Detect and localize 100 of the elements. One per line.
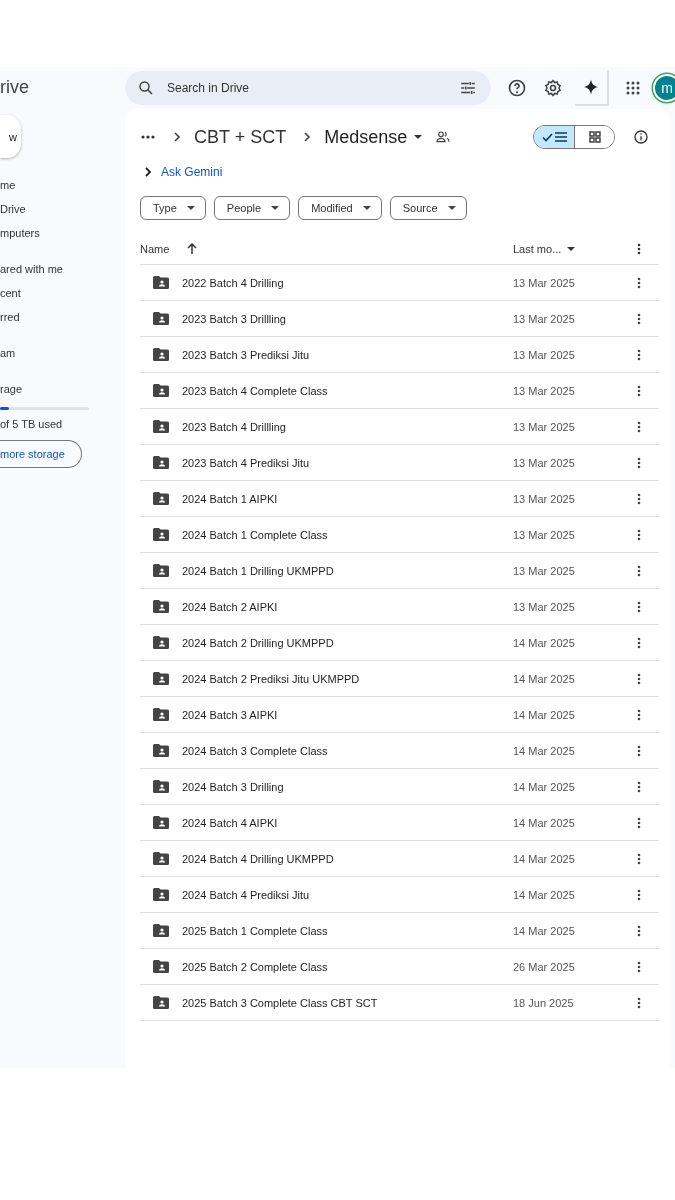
shared-folder-icon <box>153 492 169 505</box>
more-vertical-icon[interactable] <box>637 780 641 793</box>
more-vertical-icon[interactable] <box>637 924 641 937</box>
modified-date: 13 Mar 2025 <box>513 528 576 541</box>
apps-grid-icon[interactable] <box>625 79 641 96</box>
grid-view-button[interactable] <box>574 126 614 148</box>
more-vertical-icon[interactable] <box>637 744 641 757</box>
folder-name[interactable]: 2024 Batch 2 AIPKI <box>182 600 513 613</box>
breadcrumb-link[interactable]: CBT + SCT <box>194 126 287 148</box>
modified-date: 18 Jun 2025 <box>513 996 575 1009</box>
sidebar-item[interactable]: rred <box>0 305 125 329</box>
name-column-header[interactable]: Name <box>140 243 170 255</box>
sidebar-item[interactable]: me <box>0 173 125 197</box>
folder-name[interactable]: 2024 Batch 3 AIPKI <box>182 708 513 721</box>
more-vertical-icon[interactable] <box>637 672 641 685</box>
more-vertical-icon[interactable] <box>637 600 641 613</box>
folder-name[interactable]: 2025 Batch 2 Complete Class <box>182 960 513 973</box>
folder-name[interactable]: 2025 Batch 3 Complete Class CBT SCT <box>182 996 513 1009</box>
more-vertical-icon[interactable] <box>637 564 641 577</box>
folder-name[interactable]: 2024 Batch 3 Drilling <box>182 780 513 793</box>
date-column-header[interactable]: Last mo... <box>513 243 562 255</box>
more-vertical-icon[interactable] <box>637 816 641 829</box>
shared-folder-icon <box>153 636 169 649</box>
modified-date: 13 Mar 2025 <box>513 348 576 361</box>
folder-name[interactable]: 2025 Batch 1 Complete Class <box>182 924 513 937</box>
folder-name[interactable]: 2022 Batch 4 Drilling <box>182 276 513 289</box>
caret-icon <box>567 246 576 252</box>
sidebar-item[interactable]: am <box>0 341 125 365</box>
ask-gemini-link[interactable]: Ask Gemini <box>161 165 223 179</box>
settings-icon[interactable] <box>543 77 563 98</box>
folder-name[interactable]: 2024 Batch 1 Drilling UKMPPD <box>182 564 513 577</box>
more-vertical-icon[interactable] <box>637 996 641 1009</box>
caret-icon <box>413 134 424 140</box>
modified-date: 13 Mar 2025 <box>513 276 576 289</box>
more-vertical-icon[interactable] <box>637 888 641 901</box>
sidebar-item[interactable]: cent <box>0 281 125 305</box>
account-avatar[interactable]: m <box>655 75 675 100</box>
sidebar-item[interactable]: mputers <box>0 221 125 245</box>
shared-people-icon[interactable] <box>435 129 452 145</box>
folder-name[interactable]: 2023 Batch 3 Drillling <box>182 312 513 325</box>
list-view-button[interactable] <box>534 126 574 148</box>
shared-folder-icon <box>153 564 169 577</box>
chevron-right-icon <box>172 131 182 143</box>
shared-folder-icon <box>153 672 169 685</box>
folder-name[interactable]: 2024 Batch 3 Complete Class <box>182 744 513 757</box>
folder-name[interactable]: 2023 Batch 4 Prediksi Jitu <box>182 456 513 469</box>
gemini-button[interactable] <box>575 69 609 106</box>
storage-usage-text: of 5 TB used <box>0 417 64 432</box>
current-folder-menu[interactable]: Medsense <box>324 126 424 148</box>
shared-folder-icon <box>153 384 169 397</box>
chevron-right-icon[interactable] <box>143 166 153 178</box>
more-vertical-icon[interactable] <box>637 852 641 865</box>
folder-name[interactable]: 2024 Batch 2 Prediksi Jitu UKMPPD <box>182 672 513 685</box>
search-field[interactable]: Search in Drive <box>125 70 491 105</box>
more-vertical-icon[interactable] <box>637 312 641 325</box>
more-vertical-icon[interactable] <box>637 492 641 505</box>
shared-folder-icon <box>153 276 169 289</box>
check-icon <box>541 132 553 142</box>
folder-name[interactable]: 2023 Batch 3 Prediksi Jitu <box>182 348 513 361</box>
filter-chip[interactable]: Source <box>389 196 467 220</box>
more-vertical-icon[interactable] <box>637 276 641 289</box>
more-vertical-icon[interactable] <box>637 243 641 255</box>
modified-date: 14 Mar 2025 <box>513 780 576 793</box>
list-icon <box>554 132 567 142</box>
more-vertical-icon[interactable] <box>637 348 641 361</box>
sidebar-item[interactable]: ared with me <box>0 257 125 281</box>
caret-icon <box>271 205 280 211</box>
modified-date: 13 Mar 2025 <box>513 384 576 397</box>
folder-name[interactable]: 2023 Batch 4 Complete Class <box>182 384 513 397</box>
more-vertical-icon[interactable] <box>637 708 641 721</box>
chevron-right-icon <box>302 131 313 143</box>
shared-folder-icon <box>153 888 169 901</box>
folder-name[interactable]: 2024 Batch 4 AIPKI <box>182 816 513 829</box>
more-vertical-icon[interactable] <box>637 636 641 649</box>
modified-date: 14 Mar 2025 <box>513 672 576 685</box>
folder-name[interactable]: 2024 Batch 4 Drilling UKMPPD <box>182 852 513 865</box>
filter-chip[interactable]: People <box>213 196 291 220</box>
folder-name[interactable]: 2024 Batch 1 AIPKI <box>182 492 513 505</box>
info-icon[interactable] <box>633 129 649 145</box>
help-icon[interactable] <box>507 77 527 98</box>
shared-folder-icon <box>153 348 169 361</box>
sort-up-arrow-icon[interactable] <box>187 243 198 255</box>
filter-chip[interactable]: Type <box>140 196 206 220</box>
more-horizontal-icon[interactable] <box>140 134 156 140</box>
more-vertical-icon[interactable] <box>637 528 641 541</box>
new-button[interactable]: w <box>0 115 21 158</box>
app-logo-text: rive <box>0 77 30 99</box>
more-vertical-icon[interactable] <box>637 420 641 433</box>
more-vertical-icon[interactable] <box>637 384 641 397</box>
search-input[interactable]: Search in Drive <box>165 79 449 96</box>
more-vertical-icon[interactable] <box>637 960 641 973</box>
folder-name[interactable]: 2024 Batch 4 Prediksi Jitu <box>182 888 513 901</box>
folder-name[interactable]: 2024 Batch 1 Complete Class <box>182 528 513 541</box>
filter-chip[interactable]: Modified <box>298 196 382 220</box>
sidebar-item[interactable]: Drive <box>0 197 125 221</box>
folder-name[interactable]: 2023 Batch 4 Drillling <box>182 420 513 433</box>
folder-name[interactable]: 2024 Batch 2 Drilling UKMPPD <box>182 636 513 649</box>
shared-folder-icon <box>153 816 169 829</box>
modified-date: 14 Mar 2025 <box>513 708 576 721</box>
more-vertical-icon[interactable] <box>637 456 641 469</box>
